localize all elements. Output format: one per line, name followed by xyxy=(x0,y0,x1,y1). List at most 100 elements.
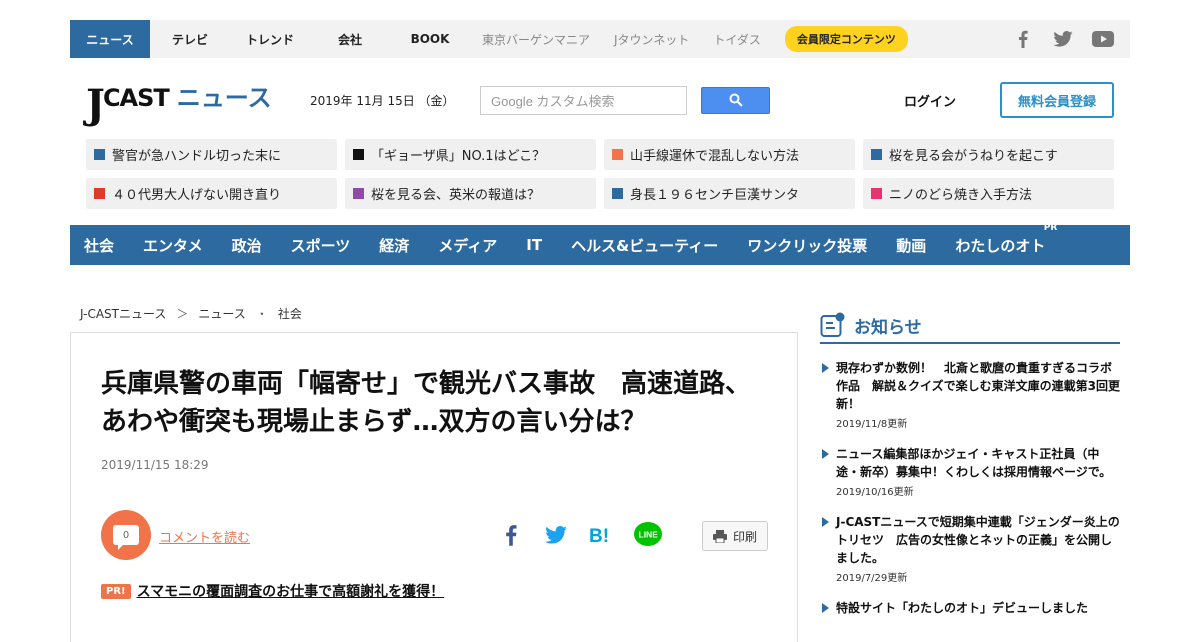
top-tab-jtown-net[interactable]: Jタウンネット xyxy=(602,20,701,58)
breadcrumb-separator: ＞ xyxy=(176,307,189,321)
headline-bullet xyxy=(871,188,882,199)
breadcrumb-separator: ・ xyxy=(255,307,268,321)
notice-sidebar: お知らせ 現存わずか数例！ 北斎と歌麿の貴重すぎるコラボ作品 解説＆クイズで楽し… xyxy=(820,308,1120,617)
article-date: 2019/11/15 18:29 xyxy=(101,458,209,472)
category-one-click-vote[interactable]: ワンクリック投票 xyxy=(747,235,867,256)
notice-item[interactable]: 現存わずか数例！ 北斎と歌麿の貴重すぎるコラボ作品 解説＆クイズで楽しむ東洋文庫… xyxy=(820,359,1120,430)
breadcrumb-society[interactable]: 社会 xyxy=(278,305,302,322)
comment-count: 0 xyxy=(113,525,139,550)
headline-bullet xyxy=(94,149,105,160)
notice-item[interactable]: 特設サイト「わたしのオト」デビューしました xyxy=(820,599,1120,617)
notice-title: お知らせ xyxy=(854,317,922,338)
category-economy[interactable]: 経済 xyxy=(379,235,409,256)
social-links xyxy=(1012,30,1130,48)
pr-badge: PR! xyxy=(101,583,131,599)
headline-bullet xyxy=(94,188,105,199)
category-politics[interactable]: 政治 xyxy=(232,235,262,256)
search-button[interactable] xyxy=(701,86,770,114)
headline-link[interactable]: 桜を見る会、英米の報道は？ xyxy=(345,178,596,209)
headline-bullet xyxy=(612,149,623,160)
headline-link[interactable]: 山手線運休で混乱しない方法 xyxy=(604,139,855,170)
category-label: わたしのオト xyxy=(955,236,1046,255)
free-signup-button[interactable]: 無料会員登録 xyxy=(1000,82,1114,118)
search-icon xyxy=(729,93,743,107)
site-header: J CAST ニュース 2019年 11月 15日 （金） Google カスタ… xyxy=(70,70,1130,130)
article-panel: 兵庫県警の車両「幅寄せ」で観光バス事故 高速道路、あわや衝突も現場止まらず…双方… xyxy=(70,332,798,642)
headline-link[interactable]: 身長１９６センチ巨漢サンタ xyxy=(604,178,855,209)
search-input[interactable]: Google カスタム検索 xyxy=(480,85,687,115)
headline-link[interactable]: 警官が急ハンドル切った末に xyxy=(86,139,337,170)
facebook-icon[interactable] xyxy=(1012,30,1034,48)
notice-date: 2019/10/16更新 xyxy=(836,487,914,498)
headline-text: 身長１９６センチ巨漢サンタ xyxy=(630,188,800,203)
jcast-logo[interactable]: J CAST ニュース xyxy=(86,75,296,125)
login-link[interactable]: ログイン xyxy=(904,91,956,110)
headline-text: 桜を見る会がうねりを起こす xyxy=(889,149,1058,164)
top-tab-news[interactable]: ニュース xyxy=(70,20,150,58)
headline-link[interactable]: ニノのどら焼き入手方法 xyxy=(863,178,1114,209)
top-tab-toidas[interactable]: トイダス xyxy=(701,20,773,58)
member-content-button[interactable]: 会員限定コンテンツ xyxy=(784,26,908,52)
search-form: Google カスタム検索 xyxy=(480,85,770,115)
headline-link[interactable]: ４０代男大人げない開き直り xyxy=(86,178,337,209)
category-entertainment[interactable]: エンタメ xyxy=(143,235,203,256)
headline-link[interactable]: 「ギョーザ県」NO.1はどこ？ xyxy=(345,139,596,170)
breadcrumb-home[interactable]: J-CASTニュース xyxy=(80,305,166,322)
category-health-beauty[interactable]: ヘルス&ビューティー xyxy=(571,235,718,256)
top-nav-bar: ニュース テレビ トレンド 会社 BOOK 東京バーゲンマニア Jタウンネット … xyxy=(70,20,1130,58)
svg-text:LINE: LINE xyxy=(639,530,659,540)
headline-links: 警官が急ハンドル切った末に 「ギョーザ県」NO.1はどこ？ 山手線運休で混乱しな… xyxy=(86,139,1116,209)
headline-text: 山手線運休で混乱しない方法 xyxy=(630,149,800,164)
category-video[interactable]: 動画 xyxy=(896,235,926,256)
category-society[interactable]: 社会 xyxy=(84,235,114,256)
top-tab-book[interactable]: BOOK xyxy=(390,20,470,58)
hatena-bookmark-icon[interactable]: B! xyxy=(585,519,617,551)
headline-text: 警官が急ハンドル切った末に xyxy=(112,149,282,164)
headline-bullet xyxy=(353,149,364,160)
top-tab-bargain-mania[interactable]: 東京バーゲンマニア xyxy=(470,20,602,58)
category-it[interactable]: IT xyxy=(526,236,542,254)
notice-text: J-CASTニュースで短期集中連載「ジェンダー炎上のトリセツ 広告の女性像とネッ… xyxy=(836,515,1120,565)
printer-icon xyxy=(712,529,727,543)
notice-date: 2019/11/8更新 xyxy=(836,419,908,430)
line-share-icon[interactable]: LINE xyxy=(632,519,664,551)
headline-text: ニノのどら焼き入手方法 xyxy=(889,188,1033,203)
breadcrumb-news[interactable]: ニュース xyxy=(198,305,245,322)
breadcrumb: J-CASTニュース ＞ ニュース ・ 社会 xyxy=(80,305,302,322)
headline-link[interactable]: 桜を見る会がうねりを起こす xyxy=(863,139,1114,170)
youtube-icon[interactable] xyxy=(1092,30,1114,48)
top-tab-company[interactable]: 会社 xyxy=(310,20,390,58)
pr-ad-link[interactable]: スマモニの覆面調査のお仕事で高額謝礼を獲得！ xyxy=(137,581,445,601)
headline-text: 桜を見る会、英米の報道は？ xyxy=(371,188,541,203)
notice-text: ニュース編集部ほかジェイ・キャスト正社員（中途・新卒）募集中！くわしくは採用情報… xyxy=(836,447,1112,479)
category-nav: 社会 エンタメ 政治 スポーツ 経済 メディア IT ヘルス&ビューティー ワン… xyxy=(70,223,1130,265)
read-comments-link[interactable]: コメントを読む xyxy=(159,527,250,546)
category-media[interactable]: メディア xyxy=(438,235,497,256)
current-date: 2019年 11月 15日 （金） xyxy=(310,93,455,108)
headline-bullet xyxy=(353,188,364,199)
category-sports[interactable]: スポーツ xyxy=(291,235,351,256)
twitter-icon[interactable] xyxy=(1052,30,1074,48)
notice-date: 2019/7/29更新 xyxy=(836,573,908,584)
notice-item[interactable]: ニュース編集部ほかジェイ・キャスト正社員（中途・新卒）募集中！くわしくは採用情報… xyxy=(820,445,1120,498)
top-tab-tv[interactable]: テレビ xyxy=(150,20,230,58)
logo-news: ニュース xyxy=(176,84,272,112)
headline-bullet xyxy=(871,149,882,160)
article-title: 兵庫県警の車両「幅寄せ」で観光バス事故 高速道路、あわや衝突も現場止まらず…双方… xyxy=(101,369,752,437)
top-tab-trend[interactable]: トレンド xyxy=(230,20,310,58)
print-label: 印刷 xyxy=(732,529,757,544)
category-watashi-no-oto[interactable]: わたしのオト PR xyxy=(955,223,1057,256)
pr-label: PR xyxy=(1043,222,1058,233)
headline-text: ４０代男大人げない開き直り xyxy=(112,188,282,203)
headline-bullet xyxy=(612,188,623,199)
notice-header: お知らせ xyxy=(820,308,1120,344)
twitter-share-icon[interactable] xyxy=(540,519,572,551)
comment-button[interactable]: 0 xyxy=(101,510,151,560)
notice-text: 特設サイト「わたしのオト」デビューしました xyxy=(836,601,1089,615)
print-button[interactable]: 印刷 xyxy=(702,521,768,551)
notice-item[interactable]: J-CASTニュースで短期集中連載「ジェンダー炎上のトリセツ 広告の女性像とネッ… xyxy=(820,513,1120,584)
facebook-share-icon[interactable] xyxy=(495,519,527,551)
notice-text: 現存わずか数例！ 北斎と歌麿の貴重すぎるコラボ作品 解説＆クイズで楽しむ東洋文庫… xyxy=(836,361,1120,411)
logo-cast: CAST xyxy=(102,84,170,112)
svg-text:B!: B! xyxy=(589,526,609,545)
